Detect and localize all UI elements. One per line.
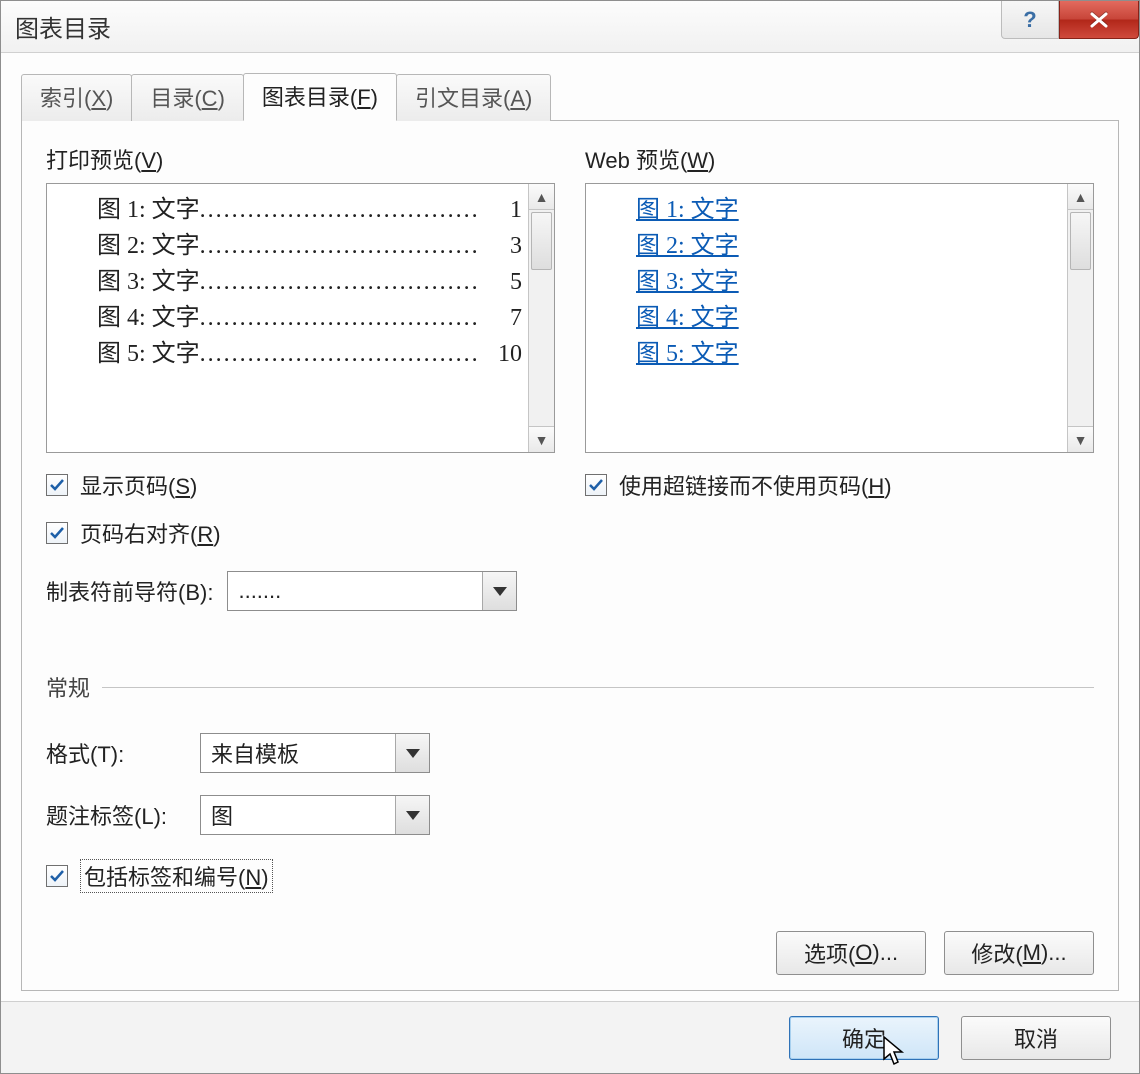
web-preview-section: Web 预览(W) 图 1: 文字 图 2: 文字 图 3: 文字 图 4: 文… bbox=[585, 143, 1094, 611]
modify-button[interactable]: 修改(M)... bbox=[944, 931, 1094, 975]
help-icon: ? bbox=[1023, 7, 1036, 33]
checkbox-icon bbox=[585, 474, 607, 496]
format-label: 格式(T): bbox=[46, 737, 186, 769]
list-item: 图 3: 文字.................................… bbox=[97, 264, 522, 300]
scroll-thumb[interactable] bbox=[531, 212, 552, 270]
scroll-up-icon[interactable]: ▲ bbox=[529, 184, 554, 210]
tab-index[interactable]: 索引(X) bbox=[21, 74, 132, 121]
caption-label-combo[interactable]: 图 bbox=[200, 795, 430, 835]
list-item: 图 2: 文字.................................… bbox=[97, 228, 522, 264]
caption-label-row: 题注标签(L): 图 bbox=[46, 795, 1094, 835]
options-button[interactable]: 选项(O)... bbox=[776, 931, 926, 975]
list-item: 图 5: 文字.................................… bbox=[97, 336, 522, 372]
scrollbar[interactable]: ▲ ▼ bbox=[528, 184, 554, 452]
table-of-figures-dialog: 图表目录 ? 索引(X) 目录(C) 图表目录(F) 引文目录(A) bbox=[0, 0, 1140, 1074]
tab-leader-combo[interactable]: ....... bbox=[227, 571, 517, 611]
show-page-numbers-checkbox[interactable]: 显示页码(S) bbox=[46, 469, 555, 501]
tab-content: 打印预览(V) 图 1: 文字.........................… bbox=[21, 121, 1119, 991]
chevron-down-icon bbox=[406, 749, 420, 758]
dropdown-button[interactable] bbox=[482, 572, 516, 610]
scroll-thumb[interactable] bbox=[1070, 212, 1091, 270]
tab-figures[interactable]: 图表目录(F) bbox=[243, 73, 397, 121]
list-item: 图 2: 文字 bbox=[636, 228, 1061, 264]
checkbox-icon bbox=[46, 474, 68, 496]
web-preview-box: 图 1: 文字 图 2: 文字 图 3: 文字 图 4: 文字 图 5: 文字 … bbox=[585, 183, 1094, 453]
caption-label-label: 题注标签(L): bbox=[46, 799, 186, 831]
checkbox-icon bbox=[46, 522, 68, 544]
list-item: 图 4: 文字.................................… bbox=[97, 300, 522, 336]
tab-leader-label: 制表符前导符(B): bbox=[46, 575, 213, 607]
secondary-buttons: 选项(O)... 修改(M)... bbox=[46, 931, 1094, 975]
print-preview-list: 图 1: 文字.................................… bbox=[47, 184, 528, 452]
list-item: 图 5: 文字 bbox=[636, 336, 1061, 372]
tab-row: 索引(X) 目录(C) 图表目录(F) 引文目录(A) bbox=[21, 75, 1119, 121]
tab-leader-row: 制表符前导符(B): ....... bbox=[46, 571, 555, 611]
tab-toc[interactable]: 目录(C) bbox=[131, 74, 244, 121]
include-label-number-checkbox[interactable]: 包括标签和编号(N) bbox=[46, 859, 1094, 893]
right-align-page-numbers-checkbox[interactable]: 页码右对齐(R) bbox=[46, 517, 555, 549]
chevron-down-icon bbox=[406, 811, 420, 820]
general-heading: 常规 bbox=[46, 671, 1094, 703]
cancel-button[interactable]: 取消 bbox=[961, 1016, 1111, 1060]
print-preview-heading: 打印预览(V) bbox=[46, 143, 555, 175]
list-item: 图 1: 文字 bbox=[636, 192, 1061, 228]
format-combo[interactable]: 来自模板 bbox=[200, 733, 430, 773]
checkbox-icon bbox=[46, 865, 68, 887]
close-button[interactable] bbox=[1059, 1, 1139, 39]
format-row: 格式(T): 来自模板 bbox=[46, 733, 1094, 773]
tab-citations[interactable]: 引文目录(A) bbox=[396, 74, 551, 121]
web-preview-list: 图 1: 文字 图 2: 文字 图 3: 文字 图 4: 文字 图 5: 文字 bbox=[586, 184, 1067, 452]
web-preview-heading: Web 预览(W) bbox=[585, 143, 1094, 175]
close-icon bbox=[1088, 12, 1110, 28]
window-buttons: ? bbox=[1001, 1, 1139, 41]
titlebar: 图表目录 ? bbox=[1, 1, 1139, 53]
list-item: 图 4: 文字 bbox=[636, 300, 1061, 336]
dialog-title: 图表目录 bbox=[15, 9, 111, 44]
help-button[interactable]: ? bbox=[1001, 1, 1059, 39]
list-item: 图 3: 文字 bbox=[636, 264, 1061, 300]
scroll-up-icon[interactable]: ▲ bbox=[1068, 184, 1093, 210]
print-preview-section: 打印预览(V) 图 1: 文字.........................… bbox=[46, 143, 555, 611]
list-item: 图 1: 文字.................................… bbox=[97, 192, 522, 228]
dialog-body: 索引(X) 目录(C) 图表目录(F) 引文目录(A) 打印预览(V) bbox=[1, 53, 1139, 1001]
scroll-track[interactable] bbox=[529, 210, 554, 426]
ok-button[interactable]: 确定 bbox=[789, 1016, 939, 1060]
print-preview-box: 图 1: 文字.................................… bbox=[46, 183, 555, 453]
scroll-down-icon[interactable]: ▼ bbox=[1068, 426, 1093, 452]
dropdown-button[interactable] bbox=[395, 796, 429, 834]
use-hyperlinks-checkbox[interactable]: 使用超链接而不使用页码(H) bbox=[585, 469, 1094, 501]
scroll-track[interactable] bbox=[1068, 210, 1093, 426]
dialog-footer: 确定 取消 bbox=[1, 1001, 1139, 1073]
scroll-down-icon[interactable]: ▼ bbox=[529, 426, 554, 452]
scrollbar[interactable]: ▲ ▼ bbox=[1067, 184, 1093, 452]
dropdown-button[interactable] bbox=[395, 734, 429, 772]
chevron-down-icon bbox=[493, 587, 507, 596]
